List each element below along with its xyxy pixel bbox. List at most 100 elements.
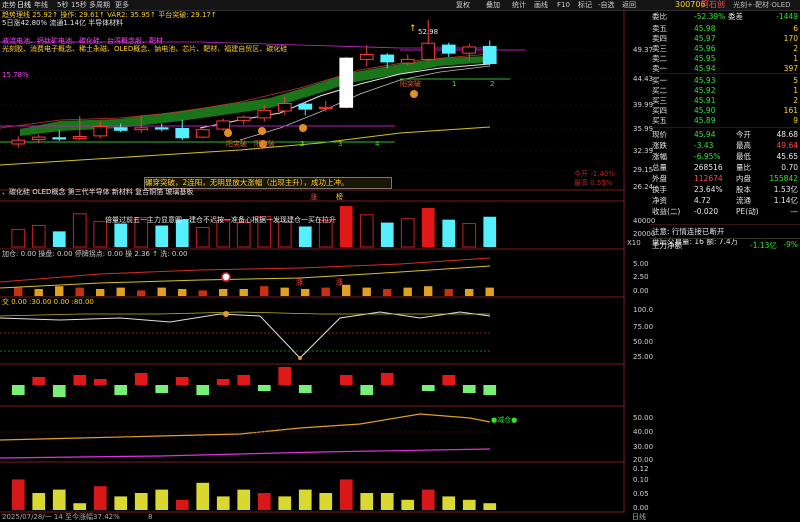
tab-yearly[interactable]: 年线 (34, 0, 48, 10)
panel-c-bar (278, 367, 292, 385)
panel-a-bar (34, 289, 43, 296)
candle-body[interactable] (93, 126, 108, 137)
candle-body[interactable] (298, 103, 313, 110)
panel-a-mark-1: 涨 (296, 278, 303, 286)
stat-key2: 最高 (736, 141, 751, 150)
overlay-button[interactable]: 叠加 (486, 0, 500, 10)
stat-value2: 155842 (769, 174, 798, 183)
stat-value: 4.72 (694, 196, 711, 205)
panel-c-bar (442, 375, 456, 385)
stock-name: 阿石创 (701, 0, 725, 9)
stat-row: 收益(二) -0.020 PE(动) — (650, 207, 800, 217)
tab-5s[interactable]: 5秒 (57, 0, 68, 10)
tab-multi-period[interactable]: 多周期 (89, 0, 110, 10)
panel-a-bar (157, 287, 166, 296)
stat-row: 换手 23.64% 股本 1.53亿 (650, 185, 800, 195)
volume-bar (298, 226, 312, 247)
panel-e-bar (380, 493, 394, 510)
panel-c-bar (196, 385, 210, 395)
stat-value: 268516 (694, 163, 723, 172)
panel-c-bar (483, 385, 497, 395)
quote-panel: 委比 -52.39% 委差 -1449 卖五 45.98 6 卖四 45.97 170 卖三… (650, 10, 800, 250)
tab-intraday[interactable]: 走势 (2, 0, 16, 10)
bid-row: 买四 45.90 161 (650, 106, 800, 116)
high-arrow-icon: ↑ (409, 24, 417, 34)
volume-bar (380, 222, 394, 247)
candle-body[interactable] (359, 53, 374, 60)
candle-body[interactable] (421, 42, 436, 60)
candle-body[interactable] (195, 129, 210, 138)
remove-watchlist-button[interactable]: -自选 (598, 0, 615, 10)
stat-key: 换手 (652, 185, 667, 194)
quote-volume: 2 (793, 44, 798, 53)
candle-body[interactable] (11, 139, 26, 145)
panel-e-bar (442, 496, 456, 510)
stat-row: 总量 268516 量比 0.70 (650, 163, 800, 173)
candle-body[interactable] (257, 109, 272, 119)
panel-c-bar (134, 373, 148, 385)
candle-body[interactable] (52, 137, 67, 140)
draw-line-button[interactable]: 画线 (534, 0, 548, 10)
stat-key: 收益(二) (652, 207, 681, 216)
panel-a-bar (301, 289, 310, 296)
panel-c-bar (93, 379, 107, 385)
candle-body[interactable] (216, 120, 231, 130)
panel-a-bar (465, 289, 474, 296)
candle-body[interactable] (462, 46, 477, 54)
candle-body[interactable] (277, 103, 292, 112)
period-button[interactable]: 日线 (632, 513, 646, 521)
tab-daily[interactable]: 日线 (17, 0, 31, 10)
panel-b-axis-3: 50.00 (633, 338, 654, 346)
candle-body[interactable] (318, 106, 333, 110)
candle-body[interactable] (134, 127, 149, 131)
high-label: 52.98 (418, 28, 439, 36)
volume-bar (462, 223, 477, 248)
panel-e-bar (196, 482, 210, 510)
panel-a-bar (96, 289, 105, 296)
panel-e-bar (462, 499, 476, 510)
stat-key: 外盘 (652, 174, 667, 183)
panel-a-legend: 加仓: 0.00 操盘: 0.00 停牌拐点: 0.00 操 2.36 ↑ 洗:… (2, 250, 188, 258)
signal-num-2: 2 (300, 140, 305, 148)
stat-row: 现价 45.94 今开 48.68 (650, 130, 800, 140)
tab-15s[interactable]: 15秒 (71, 0, 87, 10)
volume-bar (216, 220, 231, 248)
stats-button[interactable]: 统计 (512, 0, 526, 10)
panel-a-bar (280, 287, 289, 296)
f10-button[interactable]: F10 (557, 0, 570, 10)
trend-band (20, 56, 490, 136)
stat-value2: 49.64 (776, 141, 798, 150)
back-button[interactable]: 返回 (622, 0, 636, 10)
candle-body[interactable] (236, 116, 251, 121)
candle-body[interactable] (113, 127, 128, 131)
restore-right-button[interactable]: 复权 (456, 0, 470, 10)
panel-a-bar (137, 290, 146, 296)
stat-key: 现价 (652, 130, 667, 139)
candle-body[interactable] (175, 127, 190, 139)
candle-body[interactable] (31, 136, 46, 141)
kline-chart-area[interactable] (0, 10, 625, 522)
stat-key2: 最低 (736, 152, 751, 161)
volume-bar (359, 214, 374, 248)
candle-body[interactable] (339, 57, 354, 108)
panel-a-bar (383, 289, 392, 296)
candle-body[interactable] (441, 44, 456, 54)
candle-body[interactable] (482, 45, 497, 64)
stat-key2: 量比 (736, 163, 751, 172)
tab-more[interactable]: 更多 (115, 0, 129, 10)
mark-button[interactable]: 标记 (578, 0, 592, 10)
mark-zhang: 涨 (310, 193, 317, 201)
signal-marker-4 (299, 124, 307, 132)
panel-d-signal: ●减仓● (491, 416, 518, 424)
stat-row: 净资 4.72 流通 1.14亿 (650, 196, 800, 206)
panel-a-bar (342, 284, 351, 296)
candle-body[interactable] (72, 136, 87, 139)
candle-body[interactable] (380, 54, 395, 63)
stock-tags: 光刻+·靶材·OLED (733, 1, 791, 9)
scroll-number: 8 (148, 513, 153, 521)
candle-body[interactable] (154, 127, 169, 130)
candle-body[interactable] (400, 58, 415, 64)
main-flow-row: 主力净额 -1.13亿 -9% (650, 238, 800, 250)
stat-value2: 48.68 (776, 130, 798, 139)
indicator-line: 趋势理线 25.92↑ 操作: 29.61↑ VAR2: 35.95↑ 平台突破… (2, 11, 217, 19)
